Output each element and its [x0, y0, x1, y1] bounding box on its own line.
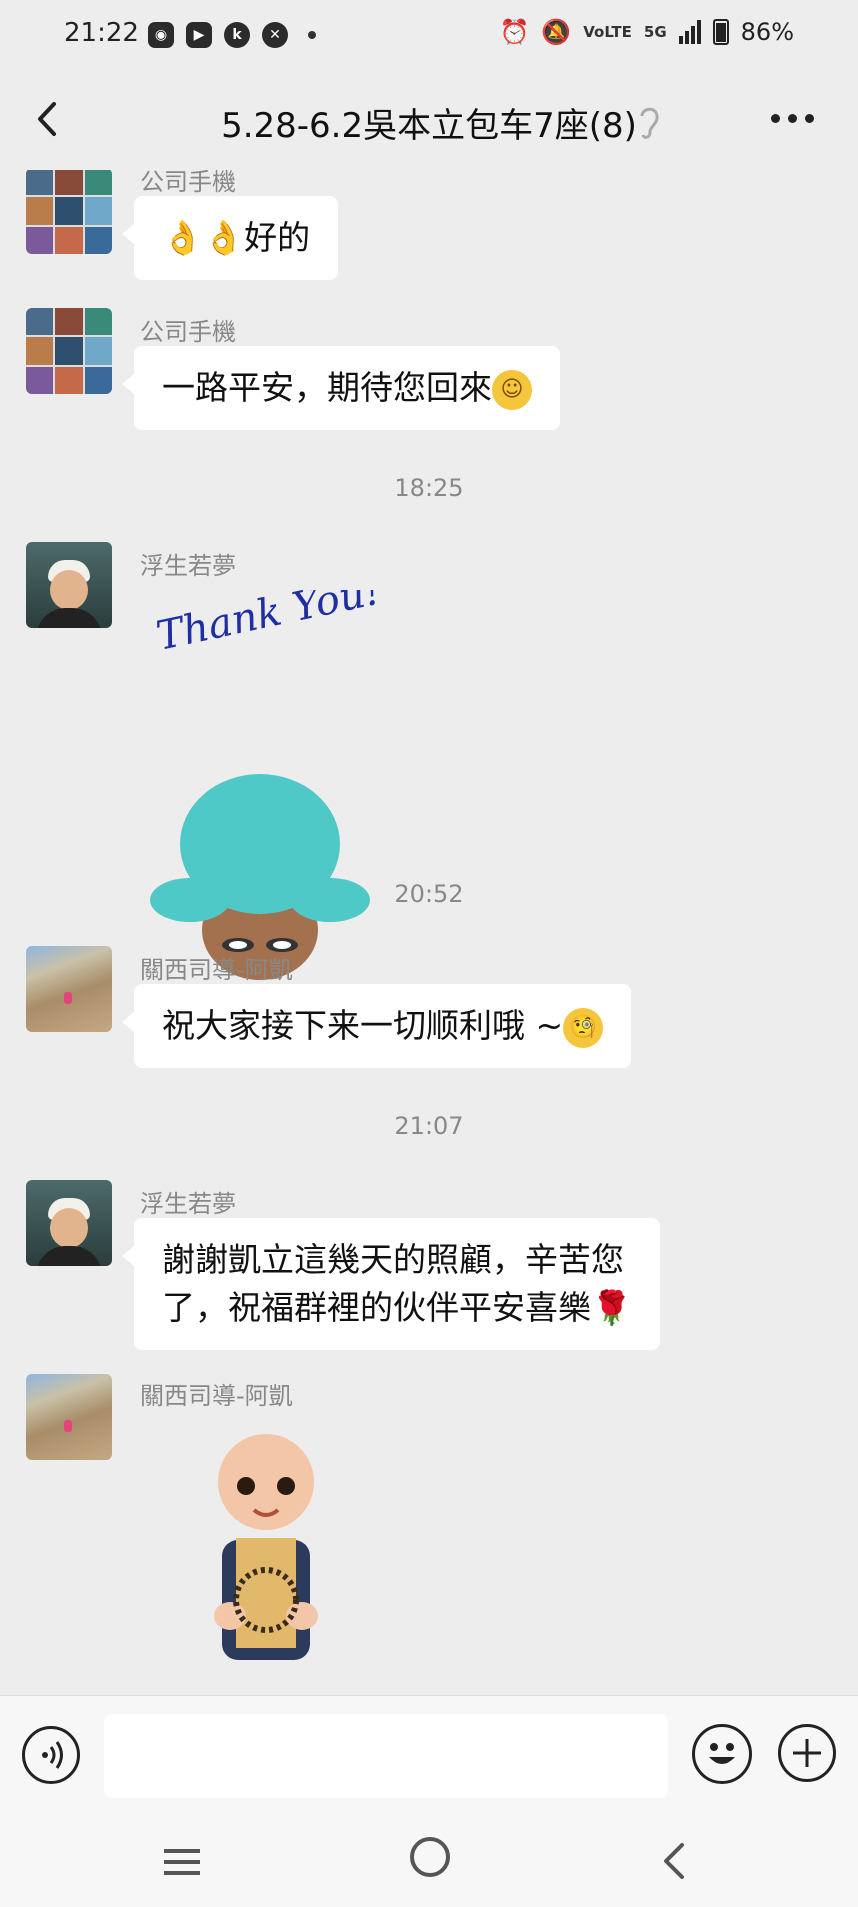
sender-name: 浮生若夢: [140, 552, 236, 580]
more-actions-button[interactable]: [778, 1724, 836, 1782]
smiley-icon: [709, 1743, 735, 1764]
home-icon[interactable]: [410, 1837, 450, 1877]
timestamp: 20:52: [394, 880, 464, 908]
alarm-icon: ⏰: [499, 18, 530, 46]
sender-name: 公司手機: [140, 318, 236, 346]
monocle-emoji-icon: 🧐: [563, 1007, 604, 1048]
chat-title: 5.28-6.2吳本立包车7座(8): [221, 106, 637, 146]
message-input[interactable]: [104, 1714, 668, 1798]
sender-name: 公司手機: [140, 170, 236, 196]
status-time: 21:22: [64, 18, 139, 48]
avatar[interactable]: [26, 1180, 112, 1266]
message-text: 祝大家接下来一切顺利哦 ~: [162, 1006, 564, 1045]
chat-screen: 21:22 ◉ ▶ k ✕ ⏰ 🔕 VoLTE 5G 86% 5.28-6.2吳…: [0, 0, 858, 1907]
network-label: 5G: [643, 23, 667, 41]
avatar[interactable]: [26, 170, 112, 254]
plus-icon: [793, 1739, 821, 1767]
app-notification-icon: ◉: [148, 22, 174, 48]
sender-name: 浮生若夢: [140, 1190, 236, 1218]
voice-input-button[interactable]: [22, 1726, 80, 1784]
sender-name: 關西司導-阿凱: [140, 1382, 293, 1410]
avatar[interactable]: [26, 1374, 112, 1460]
signal-icon: [678, 20, 701, 44]
avatar[interactable]: [26, 946, 112, 1032]
recent-apps-icon[interactable]: [162, 1845, 202, 1879]
message-list[interactable]: 公司手機 👌👌好的 公司手機 一路平安，期待您回來 ☺ 18:25 浮生若夢 Th…: [0, 170, 858, 1695]
timestamp: 18:25: [394, 474, 464, 502]
battery-percent: 86%: [740, 18, 794, 46]
message-bubble[interactable]: 祝大家接下来一切顺利哦 ~ 🧐: [121, 984, 632, 1068]
sender-name: 關西司導-阿凱: [140, 956, 293, 984]
avatar[interactable]: [26, 542, 112, 628]
message-bubble[interactable]: 👌👌好的: [121, 196, 339, 280]
message-text-line: 謝謝凱立這幾天的照顧，辛苦您: [162, 1240, 624, 1279]
youtube-icon: ▶: [186, 22, 212, 48]
smile-emoji-icon: ☺: [492, 369, 532, 410]
message-text-line: 了，祝福群裡的伙伴平安喜樂🌹: [162, 1288, 633, 1327]
input-bar: [0, 1695, 858, 1815]
more-options-icon[interactable]: [771, 114, 814, 123]
message-text: 一路平安，期待您回來: [162, 368, 492, 407]
system-navigation-bar: [0, 1815, 858, 1907]
thank-you-sticker[interactable]: Thank You!: [150, 590, 380, 1010]
status-bar: 21:22 ◉ ▶ k ✕ ⏰ 🔕 VoLTE 5G 86%: [0, 0, 858, 72]
mute-icon: 🔕: [541, 18, 572, 46]
voice-icon: [42, 1741, 63, 1769]
volte-label: VoLTE: [583, 23, 632, 41]
earpiece-mode-icon: [640, 107, 659, 139]
status-notification-icons: ◉ ▶ k ✕: [148, 22, 316, 48]
timestamp: 21:07: [394, 1112, 464, 1140]
blocked-app-icon: ✕: [262, 22, 288, 48]
message-bubble[interactable]: 一路平安，期待您回來 ☺: [122, 346, 560, 430]
k-app-icon: k: [224, 22, 250, 48]
monk-sticker[interactable]: [196, 1420, 336, 1670]
status-system-icons: ⏰ 🔕 VoLTE 5G 86%: [499, 18, 794, 46]
emoji-button[interactable]: [692, 1724, 752, 1784]
message-bubble[interactable]: 謝謝凱立這幾天的照顧，辛苦您 了，祝福群裡的伙伴平安喜樂🌹: [121, 1218, 661, 1350]
chat-header: 5.28-6.2吳本立包车7座(8): [0, 72, 858, 170]
battery-icon: [712, 19, 729, 45]
system-back-icon[interactable]: [656, 1841, 692, 1881]
more-notifications-dot-icon: [308, 31, 316, 39]
avatar[interactable]: [26, 308, 112, 394]
sticker-caption: Thank You!: [153, 590, 380, 660]
